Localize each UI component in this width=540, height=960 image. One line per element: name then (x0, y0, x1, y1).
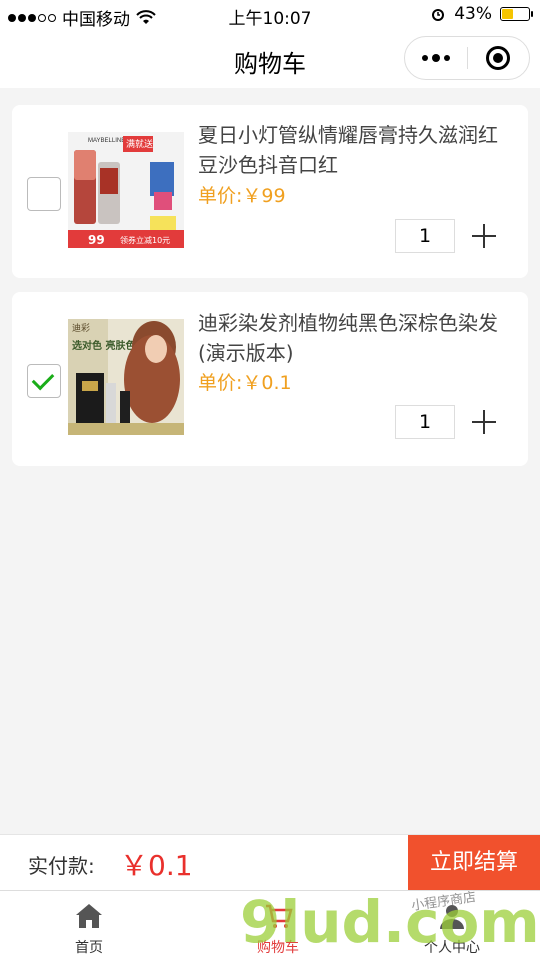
mini-program-capsule (404, 36, 530, 80)
unit-price: 单价:￥0.1 (198, 372, 292, 394)
tab-user[interactable]: 个人中心 (392, 901, 512, 957)
product-title[interactable]: 夏日小灯管纵情耀唇膏持久滋润红豆沙色抖音口红 (198, 120, 508, 180)
cart-item: MAYBELLINE 满就送 99 领券立减10元 夏日小灯管纵情耀唇膏持久滋润… (12, 105, 528, 278)
item-checkbox-checked[interactable] (27, 364, 61, 398)
unit-price: 单价:￥99 (198, 185, 286, 207)
checkmark-icon (31, 367, 55, 391)
cart-icon (263, 901, 293, 931)
svg-text:满就送: 满就送 (126, 138, 153, 150)
tab-label: 个人中心 (424, 940, 480, 956)
item-checkbox[interactable] (27, 177, 61, 211)
tab-label: 购物车 (257, 940, 299, 956)
svg-text:选对色 亮肤色: 选对色 亮肤色 (72, 339, 135, 352)
home-icon (74, 901, 104, 931)
checkout-button[interactable]: 立即结算 (408, 835, 540, 891)
tab-cart[interactable]: 购物车 (218, 901, 338, 957)
total-label: 实付款: (28, 854, 95, 878)
battery-icon (500, 7, 533, 21)
svg-text:MAYBELLINE: MAYBELLINE (88, 138, 125, 144)
checkout-bar: 实付款: ￥0.1 立即结算 (0, 834, 540, 891)
battery-percent: 43% (454, 4, 492, 24)
user-icon (437, 901, 467, 931)
status-right: 43% (430, 4, 533, 24)
total-amount: ￥0.1 (120, 849, 193, 882)
tab-home[interactable]: 首页 (29, 901, 149, 957)
product-title[interactable]: 迪彩染发剂植物纯黑色深棕色染发(演示版本) (198, 308, 508, 368)
status-bar: 中国移动 上午10:07 43% (0, 0, 540, 30)
quantity-input[interactable]: 1 (395, 405, 455, 439)
svg-text:迪彩: 迪彩 (72, 322, 90, 334)
tab-label: 首页 (75, 940, 103, 956)
svg-text:99: 99 (88, 233, 105, 247)
tab-bar: 首页 购物车 个人中心 (0, 890, 540, 960)
battery-fill (502, 9, 514, 19)
quantity-input[interactable]: 1 (395, 219, 455, 253)
increase-quantity-button[interactable] (472, 224, 496, 248)
nav-bar: 购物车 (0, 30, 540, 88)
svg-text:领券立减10元: 领券立减10元 (120, 235, 170, 245)
increase-quantity-button[interactable] (472, 410, 496, 434)
product-image[interactable]: MAYBELLINE 满就送 99 领券立减10元 (68, 132, 184, 248)
cart-item: 迪彩 选对色 亮肤色 迪彩染发剂植物纯黑色深棕色染发(演示版本) 单价:￥0.1… (12, 292, 528, 466)
product-image[interactable]: 迪彩 选对色 亮肤色 (68, 319, 184, 435)
alarm-icon (432, 9, 445, 21)
more-menu-button[interactable] (405, 54, 467, 62)
target-icon (486, 46, 511, 70)
close-mini-program-button[interactable] (468, 46, 530, 70)
